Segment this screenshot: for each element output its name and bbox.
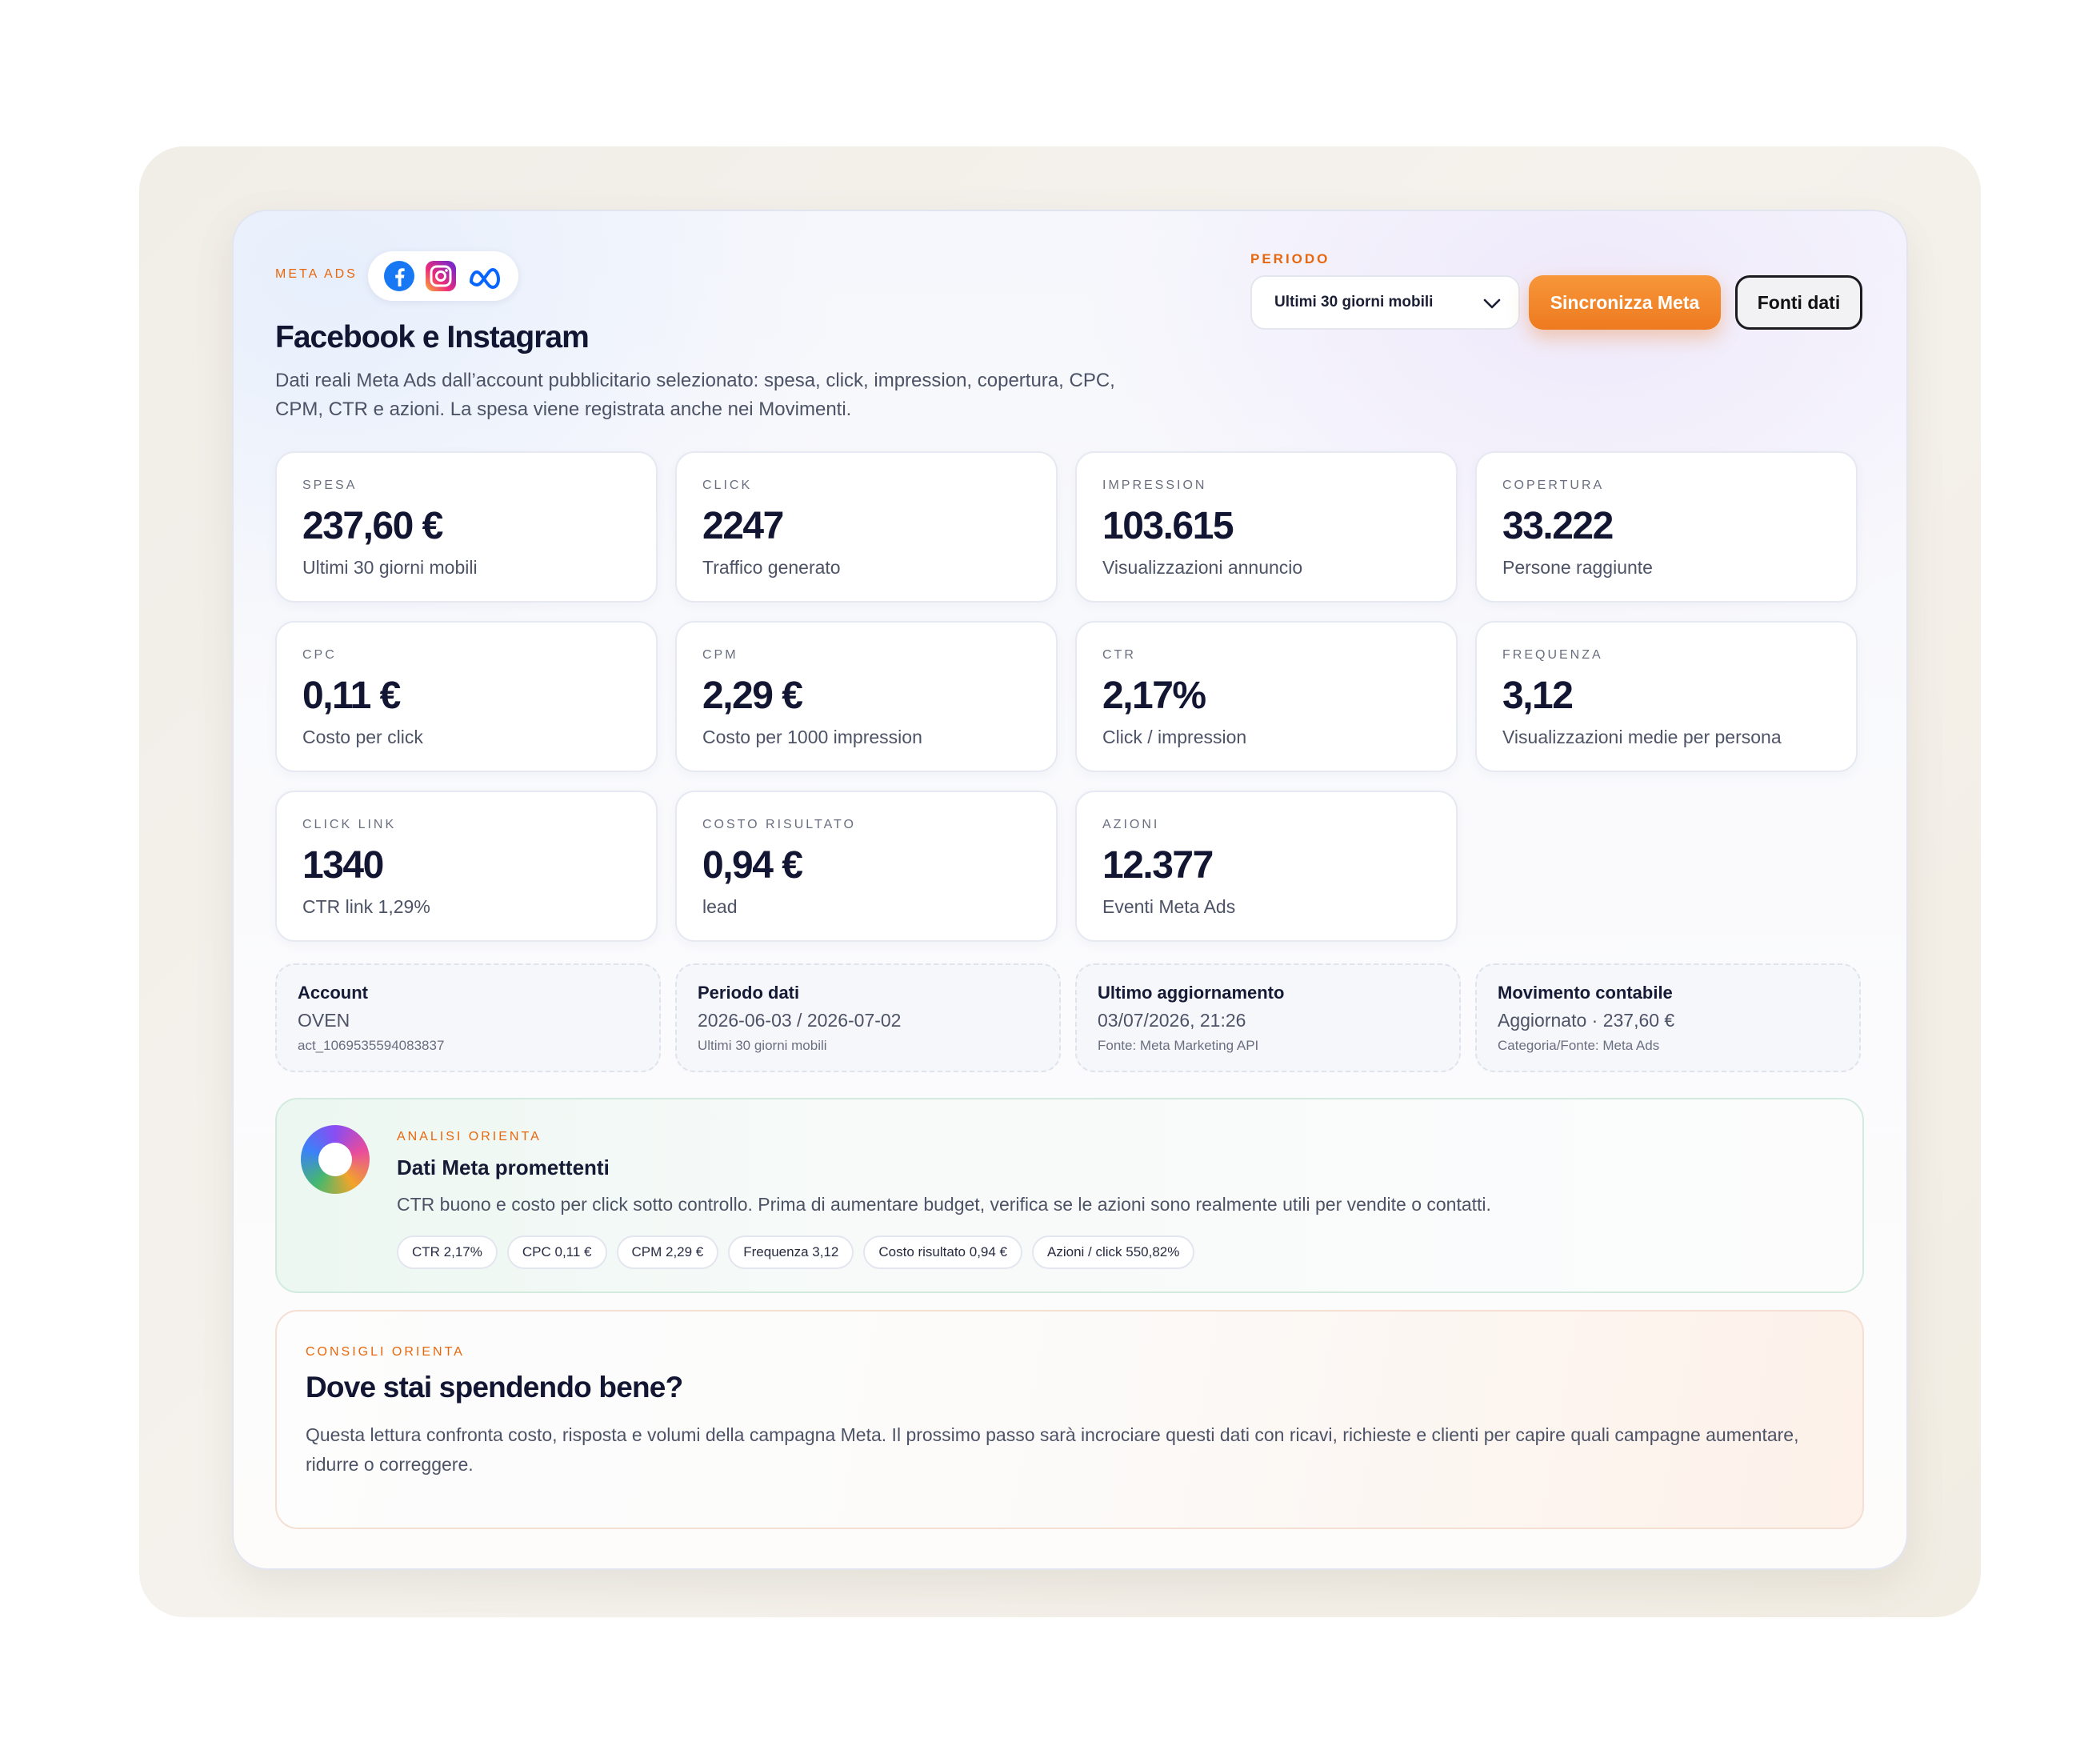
kpi-value: 3,12 [1502,675,1574,717]
info-title: Periodo dati [698,983,800,1003]
info-card-account: Account OVEN act_1069535594083837 [275,963,661,1072]
kpi-label: CLICK [702,479,753,492]
metric-chip: CPC 0,11 € [506,1235,607,1269]
chevron-down-icon [1483,298,1501,309]
kpi-card-ctr: CTR 2,17% Click / impression [1075,621,1458,772]
kpi-card-spesa: SPESA 237,60 € Ultimi 30 giorni mobili [275,451,658,603]
kpi-value: 2,29 € [702,675,803,717]
periodo-select-value: Ultimi 30 giorni mobili [1274,294,1434,310]
kpi-value: 0,94 € [702,844,803,887]
info-value: OVEN [298,1010,350,1031]
kpi-label: COPERTURA [1502,479,1605,492]
kpi-label: CTR [1102,648,1136,662]
info-value: 03/07/2026, 21:26 [1098,1010,1246,1031]
info-title: Account [298,983,368,1003]
kpi-subtitle: Costo per 1000 impression [702,727,922,747]
orienta-ring-icon [301,1125,370,1194]
kpi-value: 0,11 € [302,675,401,717]
kpi-subtitle: Costo per click [302,727,423,747]
advice-title: Dove stai spendendo bene? [306,1371,683,1404]
analysis-text: CTR buono e costo per click sotto contro… [397,1194,1491,1215]
sync-meta-button[interactable]: Sincronizza Meta [1529,275,1721,330]
kpi-card-azioni: AZIONI 12.377 Eventi Meta Ads [1075,791,1458,942]
info-card-aggiornamento: Ultimo aggiornamento 03/07/2026, 21:26 F… [1075,963,1461,1072]
kpi-subtitle: CTR link 1,29% [302,896,430,917]
kpi-card-frequenza: FREQUENZA 3,12 Visualizzazioni medie per… [1475,621,1858,772]
platform-logos [368,251,518,301]
info-title: Movimento contabile [1498,983,1673,1003]
metric-chip: Costo risultato 0,94 € [863,1235,1023,1269]
kpi-subtitle: Persone raggiunte [1502,557,1653,578]
instagram-icon [426,261,456,291]
kpi-label: CPC [302,648,337,662]
info-detail: Fonte: Meta Marketing API [1098,1038,1259,1053]
analysis-title: Dati Meta promettenti [397,1155,610,1179]
section-eyebrow: META ADS [275,267,358,281]
kpi-card-costo-risultato: COSTO RISULTATO 0,94 € lead [675,791,1058,942]
analysis-eyebrow: ANALISI ORIENTA [397,1130,542,1143]
kpi-card-click-link: CLICK LINK 1340 CTR link 1,29% [275,791,658,942]
kpi-subtitle: Visualizzazioni medie per persona [1502,727,1782,747]
periodo-select[interactable]: Ultimi 30 giorni mobili [1250,275,1520,330]
metric-chip: CPM 2,29 € [616,1235,719,1269]
kpi-card-cpc: CPC 0,11 € Costo per click [275,621,658,772]
kpi-subtitle: Visualizzazioni annuncio [1102,557,1303,578]
kpi-card-copertura: COPERTURA 33.222 Persone raggiunte [1475,451,1858,603]
kpi-value: 103.615 [1102,505,1234,547]
kpi-subtitle: Ultimi 30 giorni mobili [302,557,478,578]
kpi-value: 33.222 [1502,505,1614,547]
facebook-icon [384,261,414,291]
kpi-card-impression: IMPRESSION 103.615 Visualizzazioni annun… [1075,451,1458,603]
kpi-card-click: CLICK 2247 Traffico generato [675,451,1058,603]
advice-text: Questa lettura confronta costo, risposta… [306,1424,1799,1475]
kpi-subtitle: Eventi Meta Ads [1102,896,1236,917]
advice-eyebrow: CONSIGLI ORIENTA [306,1345,465,1359]
info-value: 2026-06-03 / 2026-07-02 [698,1010,902,1031]
kpi-value: 1340 [302,844,384,887]
kpi-label: SPESA [302,479,358,492]
page-description: Dati reali Meta Ads dall’account pubblic… [275,370,1115,420]
kpi-value: 237,60 € [302,505,443,547]
analysis-chips: CTR 2,17% CPC 0,11 € CPM 2,29 € Frequenz… [397,1235,1195,1269]
metric-chip: Frequenza 3,12 [728,1235,854,1269]
metric-chip: CTR 2,17% [397,1235,498,1269]
kpi-label: CPM [702,648,738,662]
metric-chip: Azioni / click 550,82% [1032,1235,1195,1269]
kpi-subtitle: lead [702,896,738,917]
kpi-label: FREQUENZA [1502,648,1603,662]
kpi-value: 2,17% [1102,675,1206,717]
kpi-label: AZIONI [1102,818,1160,831]
info-card-movimento: Movimento contabile Aggiornato · 237,60 … [1475,963,1861,1072]
page-title: Facebook e Instagram [275,320,590,354]
analysis-card: ANALISI ORIENTA Dati Meta promettenti CT… [275,1098,1864,1293]
info-detail: Ultimi 30 giorni mobili [698,1038,827,1053]
kpi-label: IMPRESSION [1102,479,1207,492]
data-sources-button[interactable]: Fonti dati [1735,275,1862,330]
kpi-card-cpm: CPM 2,29 € Costo per 1000 impression [675,621,1058,772]
advice-card: CONSIGLI ORIENTA Dove stai spendendo ben… [275,1310,1864,1529]
kpi-subtitle: Traffico generato [702,557,841,578]
kpi-label: COSTO RISULTATO [702,818,856,831]
info-title: Ultimo aggiornamento [1098,983,1285,1003]
kpi-value: 12.377 [1102,844,1214,887]
info-detail: act_1069535594083837 [298,1038,445,1053]
meta-ads-panel: META ADS Facebook e Instagram Dati reali… [232,210,1908,1570]
meta-icon [470,268,500,289]
kpi-label: CLICK LINK [302,818,397,831]
periodo-label: PERIODO [1250,251,1330,266]
info-value: Aggiornato · 237,60 € [1498,1010,1675,1031]
kpi-subtitle: Click / impression [1102,727,1247,747]
info-detail: Categoria/Fonte: Meta Ads [1498,1038,1660,1053]
kpi-value: 2247 [702,505,784,547]
info-card-periodo: Periodo dati 2026-06-03 / 2026-07-02 Ult… [675,963,1061,1072]
